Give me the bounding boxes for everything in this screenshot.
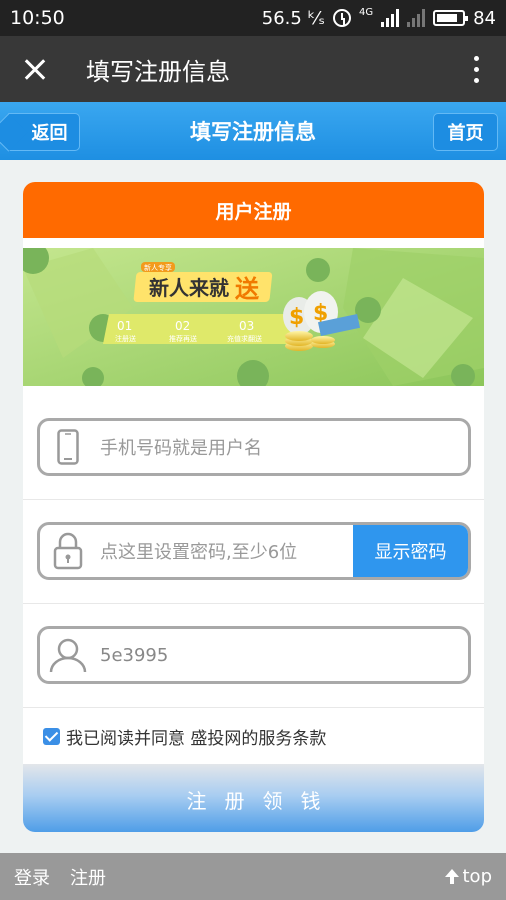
network-type: 4G bbox=[358, 6, 374, 18]
promo-banner[interactable]: 新人专享 新人来就 送 01 注册送 02 推荐再送 03 充值求翻送 $ $ bbox=[23, 248, 484, 386]
agreement-row: 我已阅读并同意 盛投网的服务条款 bbox=[23, 708, 484, 764]
user-icon bbox=[40, 629, 96, 681]
arrow-up-icon bbox=[444, 868, 459, 884]
register-card: 用户注册 新人专享 新人来就 送 01 注册送 02 推荐再送 03 充值求翻送… bbox=[23, 182, 484, 832]
banner-step-1-num: 01 bbox=[117, 319, 132, 333]
login-link[interactable]: 登录 bbox=[14, 864, 50, 890]
footer-bar: 登录 注册 top bbox=[0, 853, 506, 900]
banner-step-2-num: 02 bbox=[175, 319, 190, 333]
banner-step-3-label: 充值求翻送 bbox=[227, 334, 262, 343]
status-time: 10:50 bbox=[10, 7, 65, 29]
app-bar: 填写注册信息 bbox=[0, 36, 506, 102]
more-vert-icon[interactable] bbox=[446, 36, 506, 102]
network-speed: 56.5 ᵏ⁄ₛ bbox=[261, 7, 325, 29]
agree-checkbox[interactable] bbox=[43, 727, 60, 745]
password-row: 点这里设置密码,至少6位 显示密码 bbox=[23, 500, 484, 604]
agreement-text[interactable]: 我已阅读并同意 盛投网的服务条款 bbox=[66, 724, 326, 749]
show-password-button[interactable]: 显示密码 bbox=[353, 525, 468, 577]
app-title: 填写注册信息 bbox=[86, 57, 230, 86]
svg-text:$: $ bbox=[289, 305, 304, 330]
page-title: 填写注册信息 bbox=[190, 120, 316, 144]
banner-step-2-label: 推荐再送 bbox=[169, 334, 197, 343]
referrer-value: 5e3995 bbox=[100, 644, 169, 666]
back-label: 返回 bbox=[31, 123, 68, 144]
nav-bar: 返回 填写注册信息 首页 bbox=[0, 102, 506, 160]
phone-input[interactable]: 手机号码就是用户名 bbox=[37, 418, 471, 476]
banner-headline-b: 送 bbox=[235, 275, 260, 303]
password-placeholder: 点这里设置密码,至少6位 bbox=[100, 542, 298, 563]
phone-placeholder: 手机号码就是用户名 bbox=[100, 438, 262, 459]
register-link[interactable]: 注册 bbox=[70, 864, 106, 890]
banner-headline-a: 新人来就 bbox=[149, 276, 229, 300]
promo-banner-image: 新人专享 新人来就 送 01 注册送 02 推荐再送 03 充值求翻送 $ $ bbox=[23, 248, 484, 386]
home-button[interactable]: 首页 bbox=[433, 113, 498, 151]
signal-icon bbox=[381, 9, 400, 27]
alarm-icon bbox=[332, 9, 351, 27]
phone-icon bbox=[40, 421, 96, 473]
battery-icon bbox=[433, 10, 469, 26]
back-to-top-label: top bbox=[462, 866, 493, 887]
battery-level: 84 bbox=[473, 7, 496, 29]
register-submit-button[interactable]: 注册领钱 bbox=[23, 764, 484, 832]
status-bar: 10:50 56.5 ᵏ⁄ₛ 4G 84 bbox=[0, 0, 506, 36]
back-button[interactable]: 返回 bbox=[8, 113, 80, 151]
banner-tag: 新人专享 bbox=[144, 263, 172, 272]
lock-icon bbox=[40, 525, 96, 577]
banner-step-1-label: 注册送 bbox=[115, 334, 136, 343]
card-header: 用户注册 bbox=[23, 182, 484, 238]
banner-step-3-num: 03 bbox=[239, 319, 254, 333]
password-input[interactable]: 点这里设置密码,至少6位 显示密码 bbox=[37, 522, 471, 580]
back-to-top-button[interactable]: top bbox=[444, 866, 493, 887]
referrer-row: 5e3995 bbox=[23, 604, 484, 708]
referrer-input[interactable]: 5e3995 bbox=[37, 626, 471, 684]
phone-row: 手机号码就是用户名 bbox=[23, 396, 484, 500]
close-icon[interactable] bbox=[0, 36, 70, 102]
signal-2-icon bbox=[407, 9, 426, 27]
